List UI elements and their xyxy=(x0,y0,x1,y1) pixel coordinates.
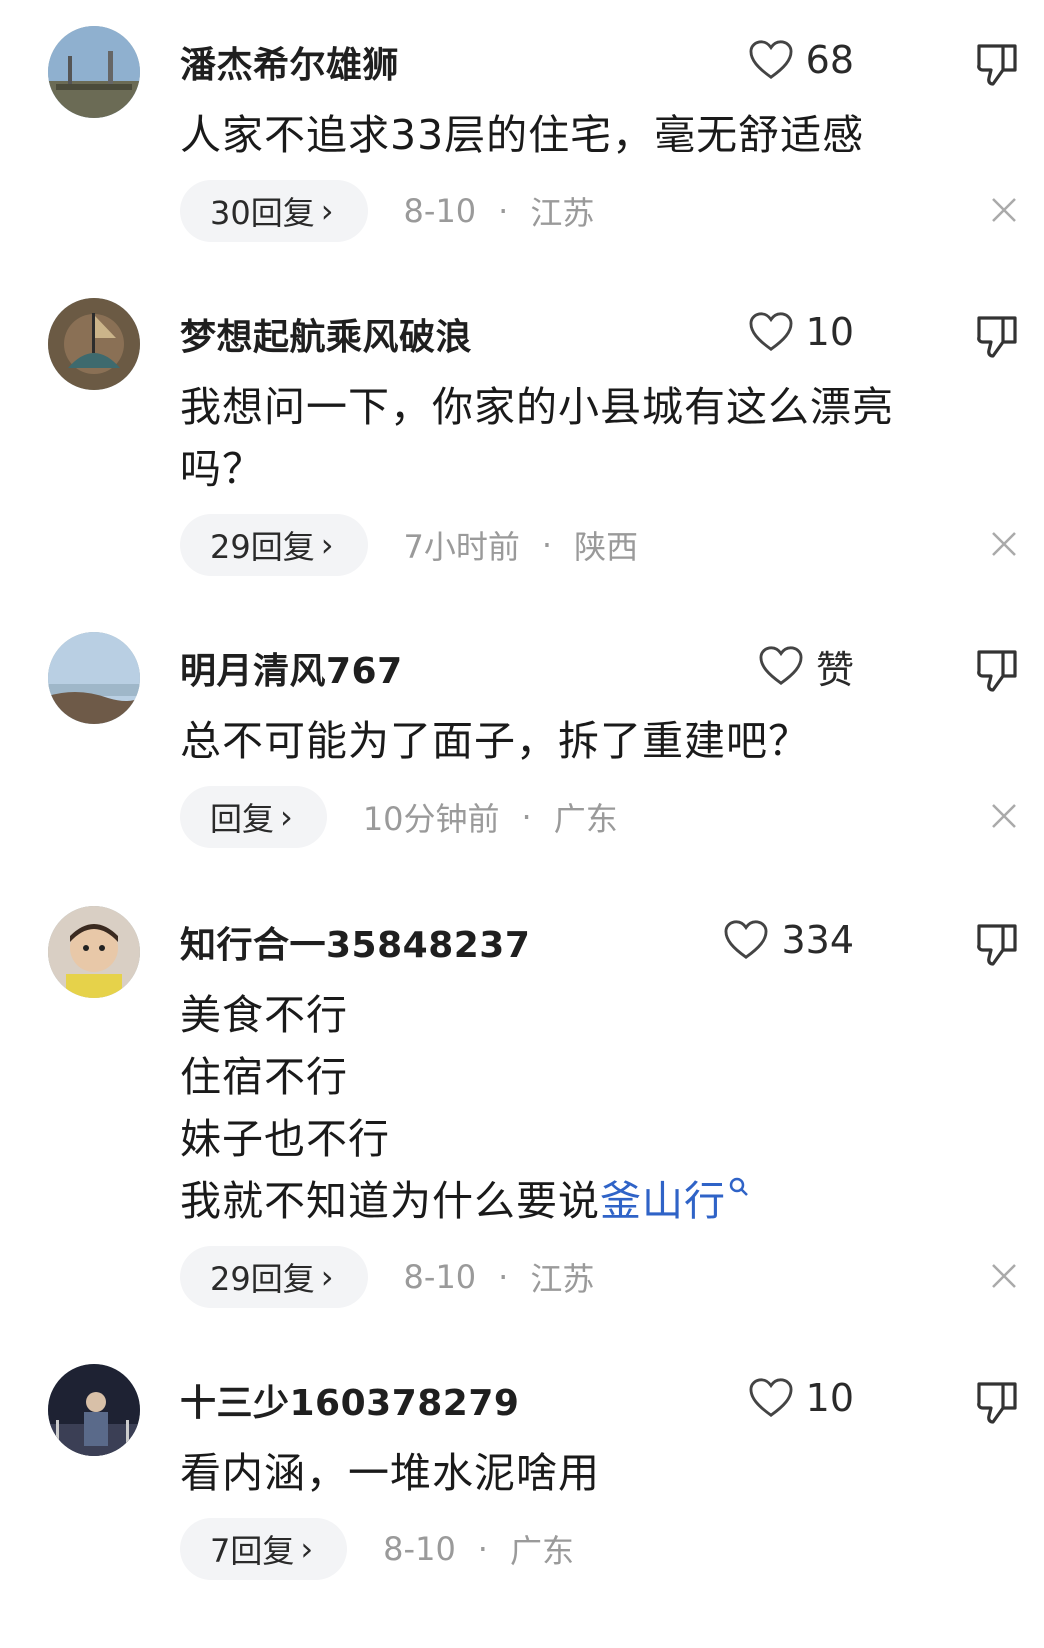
avatar[interactable] xyxy=(48,906,140,998)
reply-button[interactable]: 29回复 › xyxy=(180,514,368,576)
heart-outline-icon xyxy=(759,646,803,685)
comment-line: 妹子也不行 xyxy=(180,1115,390,1163)
close-icon[interactable] xyxy=(990,802,1018,830)
search-icon[interactable] xyxy=(728,1176,750,1202)
comment-line: 我想问一下，你家的小县城有这么漂亮 xyxy=(180,383,894,431)
comment-line: 住宿不行 xyxy=(180,1053,348,1101)
like-count: 赞 xyxy=(815,647,854,692)
reply-button[interactable]: 30回复 › xyxy=(180,180,368,242)
like-button[interactable]: 334 xyxy=(723,910,854,970)
like-count: 10 xyxy=(805,1376,854,1420)
comment-line: 吗？ xyxy=(180,445,264,493)
comment-line: 人家不追求33层的住宅，毫无舒适感 xyxy=(180,111,865,159)
comment-meta: 7回复 › 8-10 · 广东 xyxy=(180,1518,574,1580)
like-button[interactable]: 10 xyxy=(748,302,854,362)
reply-label: 7回复 xyxy=(210,1532,295,1570)
separator-dot: · xyxy=(477,1530,488,1568)
comment-meta: 29回复 › 7小时前 · 陕西 xyxy=(180,514,638,576)
separator-dot: · xyxy=(498,1258,509,1296)
timestamp: 7小时前 xyxy=(403,528,520,566)
comment-text: 我想问一下，你家的小县城有这么漂亮 吗？ xyxy=(180,376,1000,500)
thumbs-down-icon[interactable] xyxy=(975,42,1019,88)
timestamp: 8-10 xyxy=(383,1530,456,1568)
reply-label: 回复 xyxy=(210,800,275,838)
heart-outline-icon xyxy=(749,1378,793,1417)
search-link[interactable]: 釜山行 xyxy=(600,1177,726,1225)
username[interactable]: 知行合一35848237 xyxy=(180,916,530,968)
reply-button[interactable]: 7回复 › xyxy=(180,1518,348,1580)
like-count: 68 xyxy=(805,38,854,82)
like-button[interactable]: 10 xyxy=(748,1368,854,1428)
timestamp: 10分钟前 xyxy=(362,800,500,838)
username[interactable]: 十三少160378279 xyxy=(180,1374,519,1426)
comment-line: 总不可能为了面子，拆了重建吧？ xyxy=(180,717,810,765)
avatar[interactable] xyxy=(48,298,140,390)
thumbs-down-icon[interactable] xyxy=(975,648,1019,694)
heart-outline-icon xyxy=(749,312,793,351)
reply-label: 30回复 xyxy=(210,194,315,232)
username[interactable]: 明月清风767 xyxy=(180,642,403,694)
separator-dot: · xyxy=(521,798,532,836)
avatar[interactable] xyxy=(48,26,140,118)
comment-text: 总不可能为了面子，拆了重建吧？ xyxy=(180,710,1000,772)
location: 广东 xyxy=(553,800,618,838)
timestamp: 8-10 xyxy=(403,1258,477,1296)
username[interactable]: 潘杰希尔雄狮 xyxy=(180,36,399,88)
reply-button[interactable]: 回复 › xyxy=(180,786,327,848)
comment-text: 看内涵，一堆水泥啥用 xyxy=(180,1442,1000,1504)
like-button[interactable]: 赞 xyxy=(758,636,854,696)
thumbs-down-icon[interactable] xyxy=(975,314,1019,360)
comment-line-text: 我就不知道为什么要说 xyxy=(180,1177,600,1225)
location: 陕西 xyxy=(574,528,639,566)
close-icon[interactable] xyxy=(990,1262,1018,1290)
close-icon[interactable] xyxy=(990,530,1018,558)
thumbs-down-icon[interactable] xyxy=(975,922,1019,968)
thumbs-down-icon[interactable] xyxy=(975,1380,1019,1426)
close-icon[interactable] xyxy=(990,196,1018,224)
location: 广东 xyxy=(509,1532,574,1570)
chevron-right-icon: › xyxy=(300,1530,314,1568)
location: 江苏 xyxy=(530,194,595,232)
like-count: 10 xyxy=(805,310,854,354)
separator-dot: · xyxy=(541,526,553,564)
chevron-right-icon: › xyxy=(320,1258,334,1296)
chevron-right-icon: › xyxy=(320,526,334,564)
reply-button[interactable]: 29回复 › xyxy=(180,1246,368,1308)
like-count: 334 xyxy=(781,918,854,962)
username[interactable]: 梦想起航乘风破浪 xyxy=(180,308,472,360)
reply-label: 29回复 xyxy=(210,1260,315,1298)
heart-outline-icon xyxy=(724,920,768,959)
comment-line: 我就不知道为什么要说釜山行 xyxy=(180,1170,1000,1232)
avatar[interactable] xyxy=(48,1364,140,1456)
comment-meta: 29回复 › 8-10 · 江苏 xyxy=(180,1246,594,1308)
heart-outline-icon xyxy=(749,40,793,79)
avatar[interactable] xyxy=(48,632,140,724)
location: 江苏 xyxy=(530,1260,595,1298)
chevron-right-icon: › xyxy=(280,798,293,836)
reply-label: 29回复 xyxy=(210,528,315,566)
chevron-right-icon: › xyxy=(320,192,334,230)
like-button[interactable]: 68 xyxy=(748,30,854,90)
comment-line: 美食不行 xyxy=(180,991,348,1039)
comment-line: 看内涵，一堆水泥啥用 xyxy=(180,1449,600,1497)
separator-dot: · xyxy=(498,192,509,230)
comment-text: 人家不追求33层的住宅，毫无舒适感 xyxy=(180,104,1000,166)
comment-text: 美食不行 住宿不行 妹子也不行 我就不知道为什么要说釜山行 xyxy=(180,984,1000,1232)
comment-meta: 30回复 › 8-10 · 江苏 xyxy=(180,180,594,242)
timestamp: 8-10 xyxy=(403,192,477,230)
comment-meta: 回复 › 10分钟前 · 广东 xyxy=(180,786,618,848)
